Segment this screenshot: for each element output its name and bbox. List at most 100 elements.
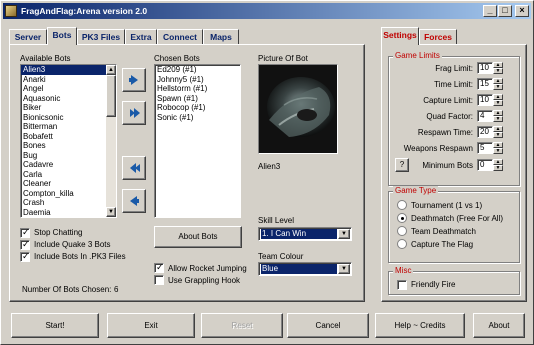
limit-value-input[interactable]: 10 [477, 62, 493, 74]
chosen-bots-list[interactable]: Ed209 (#1) Johnny5 (#1) Hellstorm (#1) Spaw… [154, 64, 241, 218]
use-grappling-hook-checkbox[interactable] [154, 275, 164, 285]
allow-rocket-jumping-checkbox[interactable]: ✓ [154, 262, 164, 273]
add-all-bots-button[interactable] [122, 101, 146, 125]
chosen-bot-item[interactable]: Ed209 (#1) [155, 65, 240, 75]
tab-settings[interactable]: Settings [381, 27, 419, 45]
double-arrow-right-icon [130, 108, 140, 118]
team-colour-select[interactable]: Blue ▼ [258, 262, 352, 276]
available-bot-item[interactable]: Compton_killa [21, 189, 116, 199]
remove-bot-button[interactable] [122, 189, 146, 213]
bots-chosen-count-label: Number Of Bots Chosen: [22, 285, 112, 294]
include-quake3-bots-checkbox[interactable]: ✓ [20, 239, 30, 250]
spin-buttons[interactable]: ▲ ▼ [493, 159, 503, 171]
limit-label: Time Limit: [434, 80, 473, 89]
spin-down-icon[interactable]: ▼ [493, 148, 503, 154]
bots-chosen-count-value: 6 [114, 285, 119, 294]
limit-value-input[interactable]: 15 [477, 78, 493, 90]
include-pk3-bots-checkbox[interactable]: ✓ [20, 251, 30, 262]
app-icon[interactable] [5, 5, 17, 17]
misc-group: Misc Friendly Fire [388, 266, 520, 295]
available-bots-scrollbar[interactable]: ▲ ▼ [106, 65, 116, 217]
available-bots-list[interactable]: Alien3 Anarki Angel Aquasonic Biker Bionicson… [20, 64, 117, 218]
about-button[interactable]: About [473, 313, 525, 338]
available-bot-item[interactable]: Crash [21, 198, 116, 208]
scroll-up-button[interactable]: ▲ [106, 65, 116, 75]
tab-extra[interactable]: Extra [125, 29, 157, 45]
available-bot-item[interactable]: Bobafett [21, 132, 116, 142]
spin-buttons[interactable]: ▲ ▼ [493, 62, 503, 74]
available-bot-item[interactable]: Cadavre [21, 160, 116, 170]
spin-buttons[interactable]: ▲ ▼ [493, 94, 503, 106]
limit-value-input[interactable]: 4 [477, 110, 493, 122]
available-bot-item[interactable]: Carla [21, 170, 116, 180]
stop-chatting-checkbox[interactable]: ✓ [20, 227, 30, 238]
game-type-radio[interactable] [397, 239, 407, 249]
available-bot-item[interactable]: Anarki [21, 75, 116, 85]
chosen-bot-item[interactable]: Hellstorm (#1) [155, 84, 240, 94]
game-type-radio[interactable] [397, 213, 407, 223]
misc-title: Misc [393, 266, 414, 275]
scroll-down-button[interactable]: ▼ [106, 207, 116, 217]
chosen-bot-item[interactable]: Robocop (#1) [155, 103, 240, 113]
spin-down-icon[interactable]: ▼ [493, 132, 503, 138]
available-bot-item[interactable]: Angel [21, 84, 116, 94]
available-bot-item[interactable]: Cleaner [21, 179, 116, 189]
tab-maps[interactable]: Maps [203, 29, 239, 45]
spin-down-icon[interactable]: ▼ [493, 100, 503, 106]
cancel-button[interactable]: Cancel [287, 313, 369, 338]
help-credits-button[interactable]: Help ~ Credits [375, 313, 465, 338]
spin-down-icon[interactable]: ▼ [493, 165, 503, 171]
limit-label: Capture Limit: [423, 96, 473, 105]
chosen-bot-item[interactable]: Sonic (#1) [155, 113, 240, 123]
available-bot-item[interactable]: Bitterman [21, 122, 116, 132]
checkmark-icon: ✓ [22, 239, 30, 249]
about-bots-button[interactable]: About Bots [154, 226, 242, 248]
available-bot-item[interactable]: Bionicsonic [21, 113, 116, 123]
chevron-down-icon[interactable]: ▼ [338, 229, 350, 239]
spin-buttons[interactable]: ▲ ▼ [493, 126, 503, 138]
tab-server[interactable]: Server [9, 29, 47, 45]
close-button[interactable]: × [515, 5, 529, 17]
available-bot-item[interactable]: Daemia [21, 208, 116, 218]
reset-button[interactable]: Reset [201, 313, 283, 338]
chosen-bot-item[interactable]: Johnny5 (#1) [155, 75, 240, 85]
game-limits-title: Game Limits [393, 51, 442, 60]
minimize-button[interactable]: _ [483, 5, 497, 17]
game-type-radio[interactable] [397, 226, 407, 236]
friendly-fire-checkbox[interactable] [397, 280, 407, 290]
game-type-label: Capture The Flag [411, 240, 474, 249]
chevron-down-icon[interactable]: ▼ [338, 264, 350, 274]
exit-button[interactable]: Exit [107, 313, 195, 338]
spin-buttons[interactable]: ▲ ▼ [493, 78, 503, 90]
available-bot-item[interactable]: Aquasonic [21, 94, 116, 104]
arrow-left-icon [130, 196, 139, 206]
available-bot-item[interactable]: Biker [21, 103, 116, 113]
help-icon[interactable]: ? [395, 158, 409, 172]
spin-buttons[interactable]: ▲ ▼ [493, 142, 503, 154]
limit-value-input[interactable]: 20 [477, 126, 493, 138]
available-bot-item[interactable]: Bones [21, 141, 116, 151]
spin-down-icon[interactable]: ▼ [493, 68, 503, 74]
tab-connect[interactable]: Connect [157, 29, 203, 45]
remove-all-bots-button[interactable] [122, 156, 146, 180]
chosen-bot-item[interactable]: Spawn (#1) [155, 94, 240, 104]
alien-portrait-image [259, 65, 337, 153]
game-type-radio[interactable] [397, 200, 407, 210]
limit-value-input[interactable]: 5 [477, 142, 493, 154]
add-bot-button[interactable] [122, 68, 146, 92]
spin-down-icon[interactable]: ▼ [493, 84, 503, 90]
maximize-button[interactable]: □ [498, 5, 512, 17]
tab-bots[interactable]: Bots [47, 27, 77, 45]
limit-value-input[interactable]: 10 [477, 94, 493, 106]
start-button[interactable]: Start! [11, 313, 99, 338]
limit-value-input[interactable]: 0 [477, 159, 493, 171]
spin-buttons[interactable]: ▲ ▼ [493, 110, 503, 122]
skill-level-select[interactable]: 1. I Can Win ▼ [258, 227, 352, 241]
tab-forces[interactable]: Forces [419, 29, 457, 45]
tab-pk3-files[interactable]: PK3 Files [77, 29, 125, 45]
scroll-thumb[interactable] [106, 75, 116, 117]
spin-down-icon[interactable]: ▼ [493, 116, 503, 122]
title-bar[interactable]: FragAndFlag:Arena version 2.0 _ □ × [3, 3, 531, 19]
available-bot-item[interactable]: Alien3 [21, 65, 116, 75]
available-bot-item[interactable]: Bug [21, 151, 116, 161]
